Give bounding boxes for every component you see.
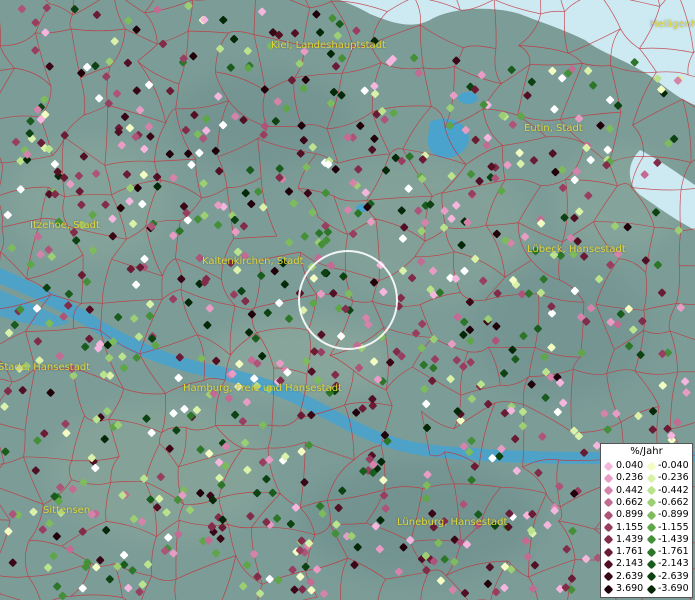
legend-swatch-positive — [603, 522, 614, 533]
legend-row: 0.040 -0.040 — [601, 460, 692, 472]
legend-value-positive: 1.155 — [616, 521, 644, 533]
legend-value-positive: 2.639 — [616, 570, 644, 582]
legend-value-positive: 1.761 — [616, 546, 644, 558]
city-label-sittensen: Sittensen — [43, 505, 91, 516]
legend-value-positive: 1.439 — [616, 533, 644, 545]
legend-row: 1.155 -1.155 — [601, 522, 692, 534]
legend-value-negative: -0.662 — [658, 496, 689, 508]
legend-swatch-negative — [646, 547, 657, 558]
legend-swatch-negative — [646, 534, 657, 545]
legend-swatch-negative — [646, 571, 657, 582]
legend-swatch-positive — [603, 547, 614, 558]
legend-row: 0.442 -0.442 — [601, 485, 692, 497]
legend-row: 1.761 -1.761 — [601, 546, 692, 558]
city-label-hamburg: Hamburg, Freie und Hansestadt — [183, 383, 342, 394]
legend-swatch-positive — [603, 497, 614, 508]
legend-value-negative: -0.236 — [658, 472, 689, 484]
legend-swatch-negative — [646, 522, 657, 533]
legend-value-negative: -3.690 — [658, 583, 689, 594]
legend-swatch-positive — [603, 584, 614, 594]
city-label-itzehoe: Itzehoe, Stadt — [30, 220, 100, 231]
legend-swatch-negative — [646, 510, 657, 521]
city-label-eutin: Eutin, Stadt — [524, 123, 583, 134]
map-canvas[interactable] — [0, 0, 695, 600]
legend-value-negative: -0.899 — [658, 509, 689, 521]
legend-row: 2.143 -2.143 — [601, 558, 692, 570]
map-legend: %/Jahr 0.040 -0.040 0.236 -0.236 0.442 -0.442… — [600, 443, 693, 598]
legend-row: 2.639 -2.639 — [601, 571, 692, 583]
legend-row: 3.690 -3.690 — [601, 583, 692, 595]
city-label-lueneburg: Lüneburg, Hansestadt — [397, 517, 508, 528]
legend-swatch-positive — [603, 534, 614, 545]
legend-swatch-negative — [646, 559, 657, 570]
legend-swatch-positive — [603, 485, 614, 496]
legend-row: 1.439 -1.439 — [601, 534, 692, 546]
legend-swatch-positive — [603, 473, 614, 484]
legend-swatch-negative — [646, 497, 657, 508]
legend-value-negative: -1.155 — [658, 521, 689, 533]
legend-row: 0.899 -0.899 — [601, 509, 692, 521]
lake-small-1 — [458, 92, 478, 104]
legend-value-negative: -2.639 — [658, 570, 689, 582]
legend-title: %/Jahr — [630, 446, 663, 457]
legend-value-negative: -1.761 — [658, 546, 689, 558]
legend-value-negative: -1.439 — [658, 533, 689, 545]
city-label-luebeck: Lübeck, Hansestadt — [527, 244, 626, 255]
city-label-kiel: Kiel, Landeshauptstadt — [271, 40, 386, 51]
legend-value-positive: 0.442 — [616, 484, 644, 496]
legend-value-positive: 0.899 — [616, 509, 644, 521]
legend-value-negative: -0.442 — [658, 484, 689, 496]
legend-row: 0.662 -0.662 — [601, 497, 692, 509]
legend-swatch-positive — [603, 510, 614, 521]
legend-row: 0.236 -0.236 — [601, 472, 692, 484]
legend-swatch-negative — [646, 584, 657, 594]
legend-swatch-positive — [603, 571, 614, 582]
legend-swatch-positive — [603, 461, 614, 471]
legend-swatch-positive — [603, 559, 614, 570]
legend-swatch-negative — [646, 461, 657, 471]
map-view[interactable]: Kiel, Landeshauptstadt Heiligenh Eutin, … — [0, 0, 695, 600]
legend-value-positive: 3.690 — [616, 583, 644, 594]
legend-value-negative: -0.040 — [658, 460, 689, 471]
legend-swatch-negative — [646, 485, 657, 496]
legend-value-positive: 0.236 — [616, 472, 644, 484]
legend-value-negative: -2.143 — [658, 558, 689, 570]
legend-swatch-negative — [646, 473, 657, 484]
city-label-heiligenhafen: Heiligenh — [650, 19, 695, 30]
city-label-stade: Stade, Hansestadt — [0, 362, 91, 373]
legend-value-positive: 0.040 — [616, 460, 644, 471]
legend-value-positive: 0.662 — [616, 496, 644, 508]
city-label-kaltenkirchen: Kaltenkirchen, Stadt — [202, 256, 304, 267]
legend-value-positive: 2.143 — [616, 558, 644, 570]
